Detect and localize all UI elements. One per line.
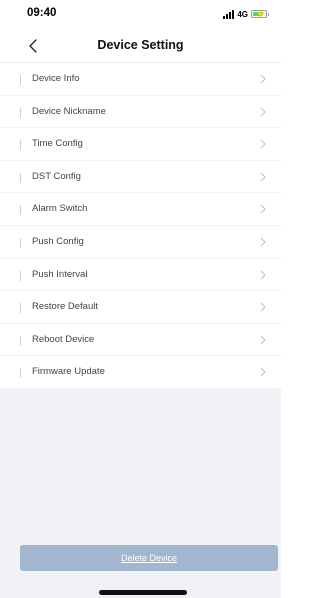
settings-item-label: Device Info [32, 73, 80, 84]
navigation-bar: Device Setting [0, 30, 281, 62]
network-type-label: 4G [237, 9, 248, 19]
status-indicators: 4G ⚡ [223, 8, 269, 20]
chevron-right-icon [260, 302, 266, 312]
settings-item-label: Restore Default [32, 301, 99, 313]
chevron-right-icon [260, 205, 266, 214]
delete-device-button[interactable]: Delete Device [20, 545, 278, 571]
item-marker [20, 140, 21, 151]
item-marker [20, 172, 21, 183]
delete-device-label: Delete Device [120, 553, 178, 563]
chevron-right-icon [260, 107, 266, 116]
chevron-right-icon [260, 237, 266, 247]
settings-item-label: Push Interval [32, 268, 88, 280]
settings-item-push-interval[interactable]: Push Interval [0, 257, 281, 291]
item-marker [20, 75, 21, 85]
item-marker [20, 368, 21, 379]
settings-item-restore-default[interactable]: Restore Default [0, 290, 281, 323]
chevron-right-icon [260, 172, 266, 182]
settings-item-label: Time Config [32, 138, 83, 150]
item-marker [20, 205, 21, 216]
settings-item-label: Alarm Switch [32, 203, 88, 215]
settings-item-label: DST Config [32, 170, 81, 182]
chevron-right-icon [260, 367, 266, 377]
chevron-right-icon [260, 335, 266, 345]
settings-item-firmware-update[interactable]: Firmware Update [0, 355, 281, 388]
settings-item-label: Push Config [32, 235, 84, 247]
page-title: Device Setting [97, 38, 184, 52]
item-marker [20, 303, 21, 314]
settings-item-reboot-device[interactable]: Reboot Device [0, 322, 281, 356]
chevron-right-icon [260, 270, 266, 279]
settings-item-device-nickname[interactable]: Device Nickname [0, 94, 281, 128]
chevron-right-icon [260, 74, 266, 84]
signal-bars-icon [223, 9, 235, 19]
battery-charging-icon: ⚡ [251, 9, 269, 19]
settings-list: Device Info Device Nickname Time Config … [0, 62, 281, 388]
item-marker [20, 237, 21, 248]
item-marker [20, 107, 21, 118]
settings-item-time-config[interactable]: Time Config [0, 127, 281, 160]
settings-item-label: Firmware Update [32, 366, 105, 378]
settings-item-push-config[interactable]: Push Config [0, 224, 281, 258]
settings-item-label: Reboot Device [32, 333, 95, 345]
status-time: 09:40 [27, 7, 57, 19]
chevron-right-icon [260, 139, 266, 149]
settings-item-device-info[interactable]: Device Info [0, 62, 281, 95]
settings-item-dst-config[interactable]: DST Config [0, 159, 281, 193]
item-marker [20, 270, 21, 281]
item-marker [20, 335, 21, 346]
status-bar: 09:40 4G ⚡ [0, 0, 281, 30]
home-indicator [99, 590, 187, 595]
settings-item-label: Device Nickname [32, 105, 106, 117]
settings-item-alarm-switch[interactable]: Alarm Switch [0, 192, 281, 225]
